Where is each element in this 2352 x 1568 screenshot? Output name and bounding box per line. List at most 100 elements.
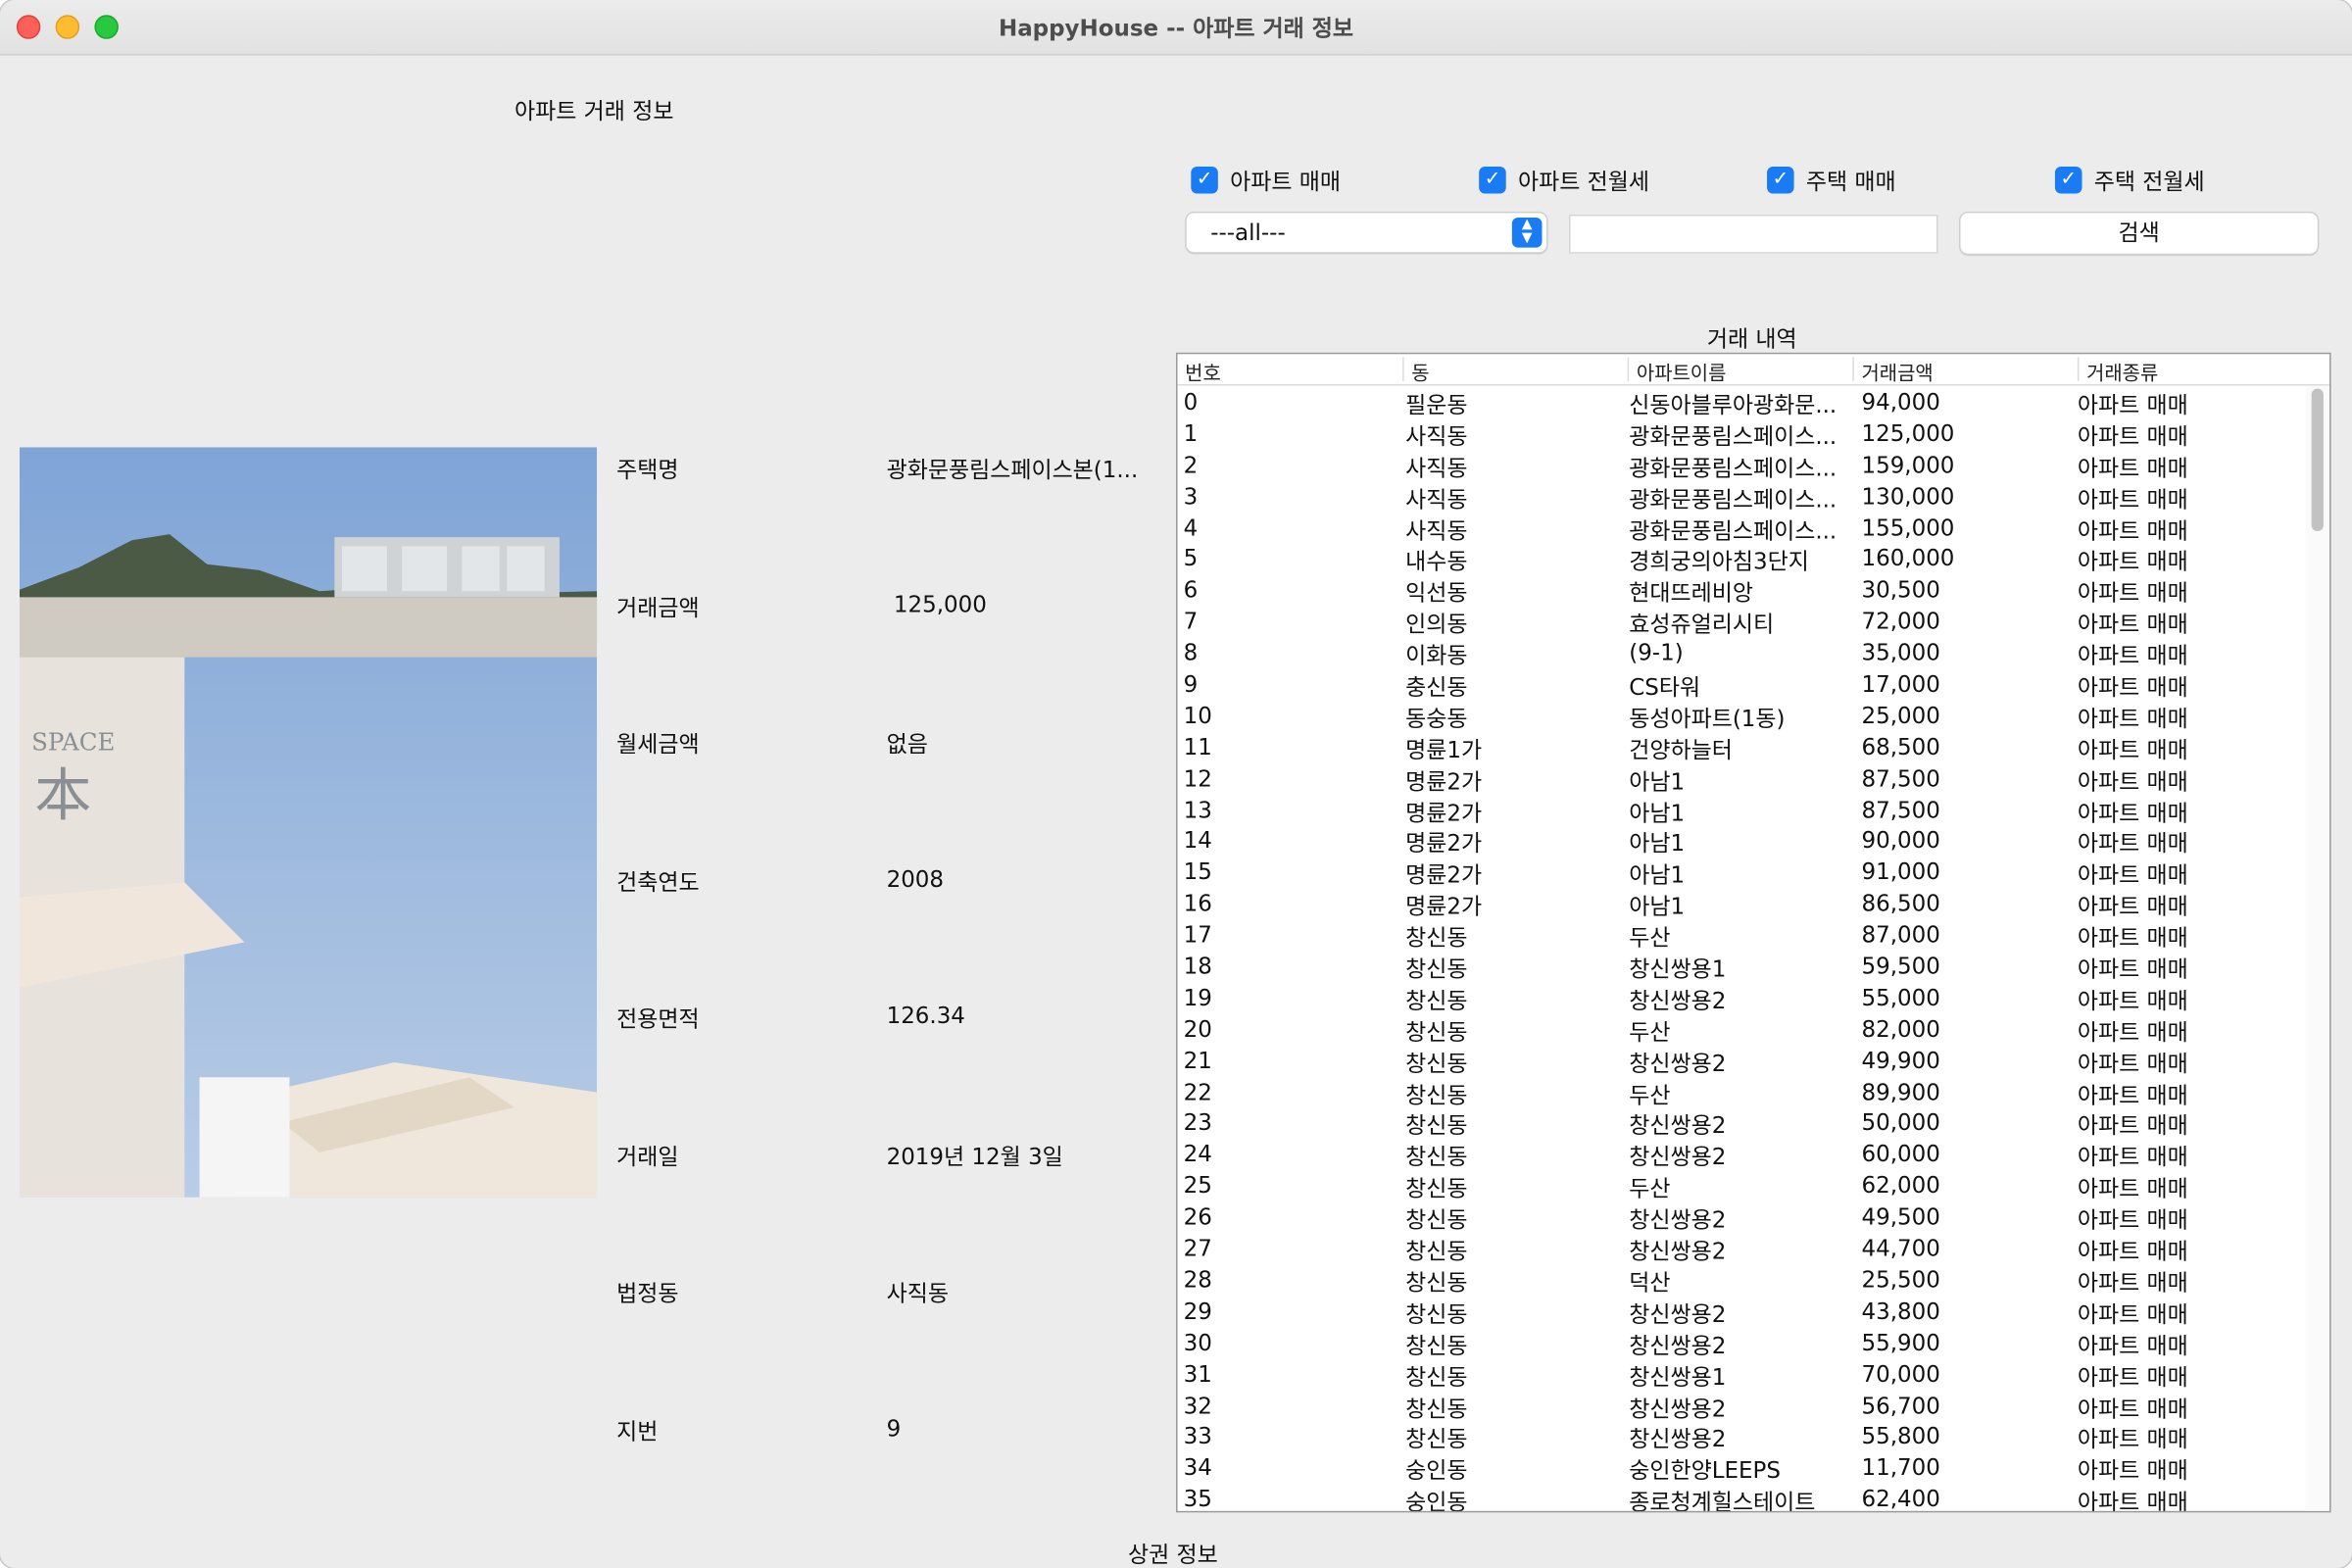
table-row[interactable]: 34 숭인동 숭인한양LEEPS 11,700 아파트 매매 — [1178, 1453, 2303, 1485]
table-row[interactable]: 0 필운동 신동아블루아광화문... 94,000 아파트 매매 — [1178, 387, 2303, 419]
vertical-scrollbar[interactable] — [2305, 385, 2330, 1511]
table-row[interactable]: 15 명륜2가 아남1 91,000 아파트 매매 — [1178, 858, 2303, 889]
table-row[interactable]: 9 충신동 CS타워 17,000 아파트 매매 — [1178, 669, 2303, 701]
table-cell: 70,000 — [1861, 1360, 1940, 1388]
table-cell: 두산 — [1629, 1175, 1671, 1202]
checkbox-house-sale[interactable]: ✓ 주택 매매 — [1767, 165, 1896, 195]
table-cell: 아파트 매매 — [2077, 548, 2188, 576]
table-cell: 아파트 매매 — [2077, 1489, 2188, 1513]
table-cell: 아파트 매매 — [2077, 1332, 2188, 1359]
table-row[interactable]: 18 창신동 창신쌍용1 59,500 아파트 매매 — [1178, 952, 2303, 983]
table-row[interactable]: 28 창신동 덕산 25,500 아파트 매매 — [1178, 1265, 2303, 1297]
table-row[interactable]: 21 창신동 창신쌍용2 49,900 아파트 매매 — [1178, 1046, 2303, 1077]
table-cell: 아남1 — [1629, 861, 1686, 889]
table-cell: 덕산 — [1629, 1269, 1671, 1297]
table-cell: CS타워 — [1629, 673, 1701, 702]
table-cell: 아파트 매매 — [2077, 1206, 2188, 1234]
table-cell: 62,000 — [1861, 1172, 1940, 1200]
apartment-photo: SPACE 本 — [19, 447, 598, 1198]
table-cell: 22 — [1183, 1078, 1212, 1105]
table-row[interactable]: 5 내수동 경희궁의아침3단지 160,000 아파트 매매 — [1178, 544, 2303, 575]
table-cell: 30,500 — [1861, 576, 1940, 605]
region-select[interactable]: ---all--- ▲ ▼ — [1186, 213, 1547, 253]
table-row[interactable]: 12 명륜2가 아남1 87,500 아파트 매매 — [1178, 763, 2303, 795]
table-row[interactable]: 31 창신동 창신쌍용1 70,000 아파트 매매 — [1178, 1359, 2303, 1391]
table-cell: 3 — [1183, 482, 1199, 511]
checkbox-apt-sale[interactable]: ✓ 아파트 매매 — [1191, 165, 1341, 195]
table-cell: 72,000 — [1861, 608, 1940, 636]
table-row[interactable]: 29 창신동 창신쌍용2 43,800 아파트 매매 — [1178, 1297, 2303, 1328]
table-row[interactable]: 4 사직동 광화문풍림스페이스... 155,000 아파트 매매 — [1178, 513, 2303, 544]
table-cell: 효성쥬얼리시티 — [1629, 611, 1775, 639]
table-row[interactable]: 24 창신동 창신쌍용2 60,000 아파트 매매 — [1178, 1140, 2303, 1171]
table-cell: 30 — [1183, 1329, 1212, 1356]
table-cell: 11 — [1183, 733, 1212, 760]
detail-label-price: 거래금액 — [616, 594, 700, 621]
table-row[interactable]: 23 창신동 창신쌍용2 50,000 아파트 매매 — [1178, 1108, 2303, 1140]
search-button[interactable]: 검색 — [1960, 213, 2318, 254]
table-cell: 18 — [1183, 953, 1212, 980]
table-row[interactable]: 25 창신동 두산 62,000 아파트 매매 — [1178, 1171, 2303, 1202]
table-row[interactable]: 35 숭인동 종로청계힐스테이트 62,400 아파트 매매 — [1178, 1485, 2303, 1513]
table-cell: 25,500 — [1861, 1266, 1940, 1294]
detail-value-deal-date: 2019년 12월 3일 — [886, 1143, 1063, 1171]
table-cell: 159,000 — [1861, 451, 1955, 479]
table-row[interactable]: 14 명륜2가 아남1 90,000 아파트 매매 — [1178, 826, 2303, 858]
table-row[interactable]: 11 명륜1가 건양하늘터 68,500 아파트 매매 — [1178, 732, 2303, 763]
table-row[interactable]: 19 창신동 창신쌍용2 55,000 아파트 매매 — [1178, 983, 2303, 1014]
column-header[interactable]: 번호 — [1178, 357, 1403, 386]
table-row[interactable]: 16 명륜2가 아남1 86,500 아파트 매매 — [1178, 889, 2303, 920]
table-row[interactable]: 33 창신동 창신쌍용2 55,800 아파트 매매 — [1178, 1422, 2303, 1453]
table-row[interactable]: 27 창신동 창신쌍용2 44,700 아파트 매매 — [1178, 1234, 2303, 1265]
table-cell: 55,900 — [1861, 1329, 1940, 1356]
table-row[interactable]: 32 창신동 창신쌍용2 56,700 아파트 매매 — [1178, 1391, 2303, 1422]
table-cell: 명륜2가 — [1405, 767, 1483, 796]
column-header[interactable]: 거래금액 — [1852, 357, 2078, 385]
table-cell: 내수동 — [1405, 548, 1468, 576]
scrollbar-thumb[interactable] — [2311, 388, 2324, 532]
column-header[interactable]: 거래종류 — [2077, 357, 2300, 385]
checkbox-house-rent[interactable]: ✓ 주택 전월세 — [2054, 165, 2205, 195]
table-cell: 명륜2가 — [1405, 799, 1483, 826]
table-cell: 창신동 — [1405, 956, 1468, 983]
table-row[interactable]: 20 창신동 두산 82,000 아파트 매매 — [1178, 1014, 2303, 1046]
table-row[interactable]: 2 사직동 광화문풍림스페이스... 159,000 아파트 매매 — [1178, 450, 2303, 482]
table-row[interactable]: 10 동숭동 동성아파트(1동) 25,000 아파트 매매 — [1178, 701, 2303, 732]
table-row[interactable]: 30 창신동 창신쌍용2 55,900 아파트 매매 — [1178, 1328, 2303, 1359]
table-cell: 아파트 매매 — [2077, 767, 2188, 796]
table-cell: 아파트 매매 — [2077, 579, 2188, 608]
table-cell: 창신쌍용2 — [1629, 1426, 1727, 1453]
table-cell: 87,000 — [1861, 921, 1940, 949]
detail-value-area: 126.34 — [886, 1002, 965, 1030]
table-cell: 명륜2가 — [1405, 893, 1483, 920]
table-row[interactable]: 7 인의동 효성쥬얼리시티 72,000 아파트 매매 — [1178, 607, 2303, 638]
column-header[interactable]: 아파트이름 — [1627, 357, 1853, 385]
table-row[interactable]: 13 명륜2가 아남1 87,500 아파트 매매 — [1178, 795, 2303, 826]
table-row[interactable]: 26 창신동 창신쌍용2 49,500 아파트 매매 — [1178, 1202, 2303, 1234]
table-cell: 창신쌍용2 — [1629, 1144, 1727, 1171]
column-header[interactable]: 동 — [1402, 357, 1628, 385]
table-cell: 2 — [1183, 451, 1199, 479]
table-cell: 충신동 — [1405, 673, 1468, 702]
table-row[interactable]: 17 창신동 두산 87,000 아파트 매매 — [1178, 920, 2303, 952]
search-input[interactable] — [1569, 214, 1938, 254]
table-cell: 사직동 — [1405, 454, 1468, 482]
table-cell: 창신동 — [1405, 1050, 1468, 1077]
table-cell: 창신동 — [1405, 924, 1468, 952]
detail-label-build-year: 건축연도 — [616, 868, 700, 897]
table-row[interactable]: 6 익선동 현대뜨레비앙 30,500 아파트 매매 — [1178, 575, 2303, 607]
table-cell: 아파트 매매 — [2077, 485, 2188, 514]
table-cell: 아파트 매매 — [2077, 611, 2188, 639]
table-cell: 건양하늘터 — [1629, 736, 1733, 764]
table-row[interactable]: 8 이화동 (9-1) 35,000 아파트 매매 — [1178, 638, 2303, 669]
table-row[interactable]: 1 사직동 광화문풍림스페이스... 125,000 아파트 매매 — [1178, 418, 2303, 451]
detail-value-legal-dong: 사직동 — [886, 1280, 949, 1307]
table-row[interactable]: 22 창신동 두산 89,900 아파트 매매 — [1178, 1077, 2303, 1108]
table-cell: 56,700 — [1861, 1392, 1940, 1419]
table-cell: 창신쌍용1 — [1629, 956, 1727, 983]
transaction-table[interactable]: 번호 동 아파트이름 거래금액 거래종류 0 필운동 신동아블루아광화문... 94,… — [1175, 352, 2331, 1513]
table-cell: 62,400 — [1861, 1486, 1940, 1513]
table-row[interactable]: 3 사직동 광화문풍림스페이스... 130,000 아파트 매매 — [1178, 481, 2303, 514]
checkbox-apt-rent[interactable]: ✓ 아파트 전월세 — [1479, 165, 1649, 195]
checkbox-label: 주택 전월세 — [2093, 167, 2205, 195]
